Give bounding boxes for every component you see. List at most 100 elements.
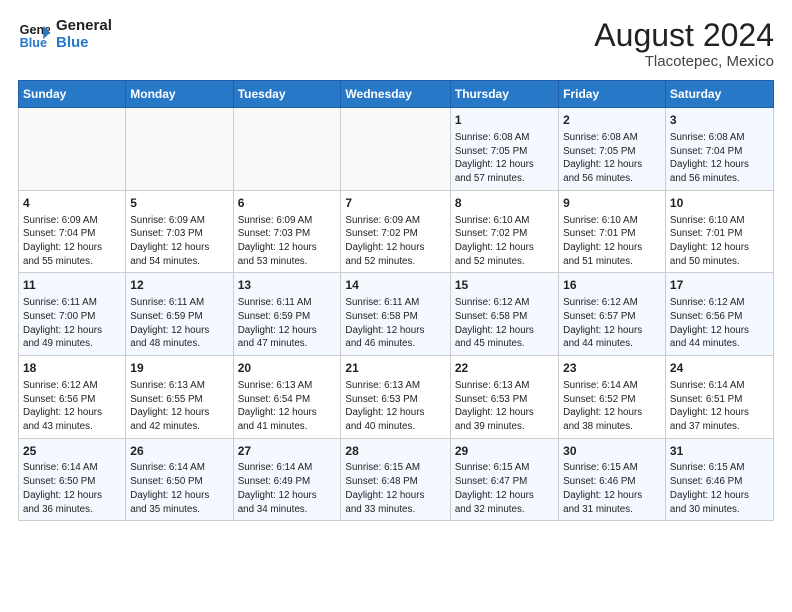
day-cell: 14 Sunrise: 6:11 AM Sunset: 6:58 PM Dayli…: [341, 273, 450, 356]
day-cell: 17 Sunrise: 6:12 AM Sunset: 6:56 PM Dayli…: [665, 273, 773, 356]
day-number: 8: [455, 195, 554, 212]
day-number: 30: [563, 443, 661, 460]
day-number: 7: [345, 195, 445, 212]
day-number: 22: [455, 360, 554, 377]
day-cell: 28Sunrise: 6:15 AM Sunset: 6:48 PM Dayli…: [341, 438, 450, 521]
week-row-5: 25 Sunrise: 6:14 AM Sunset: 6:50 PM Dayli…: [19, 438, 774, 521]
logo-blue: Blue: [56, 35, 112, 52]
day-cell: 2Sunrise: 6:08 AM Sunset: 7:05 PM Daylig…: [559, 108, 666, 191]
day-number: 6: [238, 195, 337, 212]
day-info: Sunrise: 6:14 AM Sunset: 6:51 PM Dayligh…: [670, 379, 769, 434]
day-cell: 8 Sunrise: 6:10 AM Sunset: 7:02 PM Daylig…: [450, 190, 558, 273]
day-number: 24: [670, 360, 769, 377]
day-number: 17: [670, 277, 769, 294]
day-cell: 21 Sunrise: 6:13 AM Sunset: 6:53 PM Dayli…: [341, 356, 450, 439]
day-cell: 23 Sunrise: 6:14 AM Sunset: 6:52 PM Dayli…: [559, 356, 666, 439]
month-year: August 2024: [594, 18, 774, 53]
week-row-2: 4Sunrise: 6:09 AM Sunset: 7:04 PM Daylig…: [19, 190, 774, 273]
weekday-header-thursday: Thursday: [450, 81, 558, 108]
day-info: Sunrise: 6:10 AM Sunset: 7:02 PM Dayligh…: [455, 214, 554, 269]
day-number: 11: [23, 277, 121, 294]
day-cell: [126, 108, 233, 191]
day-cell: 27Sunrise: 6:14 AM Sunset: 6:49 PM Dayli…: [233, 438, 341, 521]
logo-general: General: [56, 18, 112, 35]
day-info: Sunrise: 6:15 AM Sunset: 6:46 PM Dayligh…: [670, 461, 769, 516]
day-number: 27: [238, 443, 337, 460]
day-info: Sunrise: 6:09 AM Sunset: 7:03 PM Dayligh…: [130, 214, 228, 269]
day-info: Sunrise: 6:12 AM Sunset: 6:58 PM Dayligh…: [455, 296, 554, 351]
day-number: 15: [455, 277, 554, 294]
day-info: Sunrise: 6:15 AM Sunset: 6:48 PM Dayligh…: [345, 461, 445, 516]
day-cell: 16Sunrise: 6:12 AM Sunset: 6:57 PM Dayli…: [559, 273, 666, 356]
day-cell: 3Sunrise: 6:08 AM Sunset: 7:04 PM Daylig…: [665, 108, 773, 191]
day-cell: 13 Sunrise: 6:11 AM Sunset: 6:59 PM Dayli…: [233, 273, 341, 356]
weekday-header-friday: Friday: [559, 81, 666, 108]
day-number: 12: [130, 277, 228, 294]
day-cell: 26Sunrise: 6:14 AM Sunset: 6:50 PM Dayli…: [126, 438, 233, 521]
day-number: 13: [238, 277, 337, 294]
day-info: Sunrise: 6:08 AM Sunset: 7:05 PM Dayligh…: [563, 131, 661, 186]
day-number: 20: [238, 360, 337, 377]
day-cell: 4Sunrise: 6:09 AM Sunset: 7:04 PM Daylig…: [19, 190, 126, 273]
day-cell: 25Sunrise: 6:14 AM Sunset: 6:50 PM Dayli…: [19, 438, 126, 521]
day-info: Sunrise: 6:15 AM Sunset: 6:47 PM Dayligh…: [455, 461, 554, 516]
weekday-header-saturday: Saturday: [665, 81, 773, 108]
day-cell: [341, 108, 450, 191]
day-info: Sunrise: 6:13 AM Sunset: 6:53 PM Dayligh…: [455, 379, 554, 434]
day-info: Sunrise: 6:14 AM Sunset: 6:52 PM Dayligh…: [563, 379, 661, 434]
calendar-table: SundayMondayTuesdayWednesdayThursdayFrid…: [18, 80, 774, 521]
svg-text:Blue: Blue: [20, 35, 47, 49]
header: General Blue General Blue August 2024 Tl…: [18, 18, 774, 70]
day-info: Sunrise: 6:15 AM Sunset: 6:46 PM Dayligh…: [563, 461, 661, 516]
day-cell: 11 Sunrise: 6:11 AM Sunset: 7:00 PM Dayli…: [19, 273, 126, 356]
day-cell: 5 Sunrise: 6:09 AM Sunset: 7:03 PM Daylig…: [126, 190, 233, 273]
day-info: Sunrise: 6:11 AM Sunset: 6:58 PM Dayligh…: [345, 296, 445, 351]
day-info: Sunrise: 6:09 AM Sunset: 7:04 PM Dayligh…: [23, 214, 121, 269]
day-number: 14: [345, 277, 445, 294]
day-info: Sunrise: 6:11 AM Sunset: 6:59 PM Dayligh…: [238, 296, 337, 351]
day-cell: 15 Sunrise: 6:12 AM Sunset: 6:58 PM Dayli…: [450, 273, 558, 356]
day-cell: 29Sunrise: 6:15 AM Sunset: 6:47 PM Dayli…: [450, 438, 558, 521]
day-info: Sunrise: 6:13 AM Sunset: 6:53 PM Dayligh…: [345, 379, 445, 434]
logo-icon: General Blue: [18, 19, 50, 51]
weekday-header-row: SundayMondayTuesdayWednesdayThursdayFrid…: [19, 81, 774, 108]
day-info: Sunrise: 6:12 AM Sunset: 6:56 PM Dayligh…: [23, 379, 121, 434]
day-cell: 20Sunrise: 6:13 AM Sunset: 6:54 PM Dayli…: [233, 356, 341, 439]
day-number: 10: [670, 195, 769, 212]
day-number: 19: [130, 360, 228, 377]
title-block: August 2024 Tlacotepec, Mexico: [594, 18, 774, 70]
page: General Blue General Blue August 2024 Tl…: [0, 0, 792, 533]
day-cell: [233, 108, 341, 191]
day-cell: 31Sunrise: 6:15 AM Sunset: 6:46 PM Dayli…: [665, 438, 773, 521]
day-number: 1: [455, 112, 554, 129]
day-cell: 18 Sunrise: 6:12 AM Sunset: 6:56 PM Dayli…: [19, 356, 126, 439]
day-cell: 7 Sunrise: 6:09 AM Sunset: 7:02 PM Daylig…: [341, 190, 450, 273]
day-number: 18: [23, 360, 121, 377]
day-info: Sunrise: 6:09 AM Sunset: 7:03 PM Dayligh…: [238, 214, 337, 269]
weekday-header-tuesday: Tuesday: [233, 81, 341, 108]
week-row-1: 1 Sunrise: 6:08 AM Sunset: 7:05 PM Daylig…: [19, 108, 774, 191]
day-number: 9: [563, 195, 661, 212]
day-cell: 12Sunrise: 6:11 AM Sunset: 6:59 PM Dayli…: [126, 273, 233, 356]
day-info: Sunrise: 6:14 AM Sunset: 6:49 PM Dayligh…: [238, 461, 337, 516]
day-number: 21: [345, 360, 445, 377]
day-number: 5: [130, 195, 228, 212]
day-info: Sunrise: 6:11 AM Sunset: 7:00 PM Dayligh…: [23, 296, 121, 351]
day-info: Sunrise: 6:08 AM Sunset: 7:05 PM Dayligh…: [455, 131, 554, 186]
day-info: Sunrise: 6:12 AM Sunset: 6:56 PM Dayligh…: [670, 296, 769, 351]
day-number: 25: [23, 443, 121, 460]
weekday-header-wednesday: Wednesday: [341, 81, 450, 108]
day-number: 23: [563, 360, 661, 377]
day-cell: 1 Sunrise: 6:08 AM Sunset: 7:05 PM Daylig…: [450, 108, 558, 191]
logo: General Blue General Blue: [18, 18, 112, 51]
day-number: 28: [345, 443, 445, 460]
day-cell: 9Sunrise: 6:10 AM Sunset: 7:01 PM Daylig…: [559, 190, 666, 273]
weekday-header-sunday: Sunday: [19, 81, 126, 108]
day-info: Sunrise: 6:14 AM Sunset: 6:50 PM Dayligh…: [130, 461, 228, 516]
day-cell: 10Sunrise: 6:10 AM Sunset: 7:01 PM Dayli…: [665, 190, 773, 273]
day-info: Sunrise: 6:09 AM Sunset: 7:02 PM Dayligh…: [345, 214, 445, 269]
day-number: 26: [130, 443, 228, 460]
day-cell: 19Sunrise: 6:13 AM Sunset: 6:55 PM Dayli…: [126, 356, 233, 439]
day-cell: 22 Sunrise: 6:13 AM Sunset: 6:53 PM Dayli…: [450, 356, 558, 439]
day-number: 3: [670, 112, 769, 129]
